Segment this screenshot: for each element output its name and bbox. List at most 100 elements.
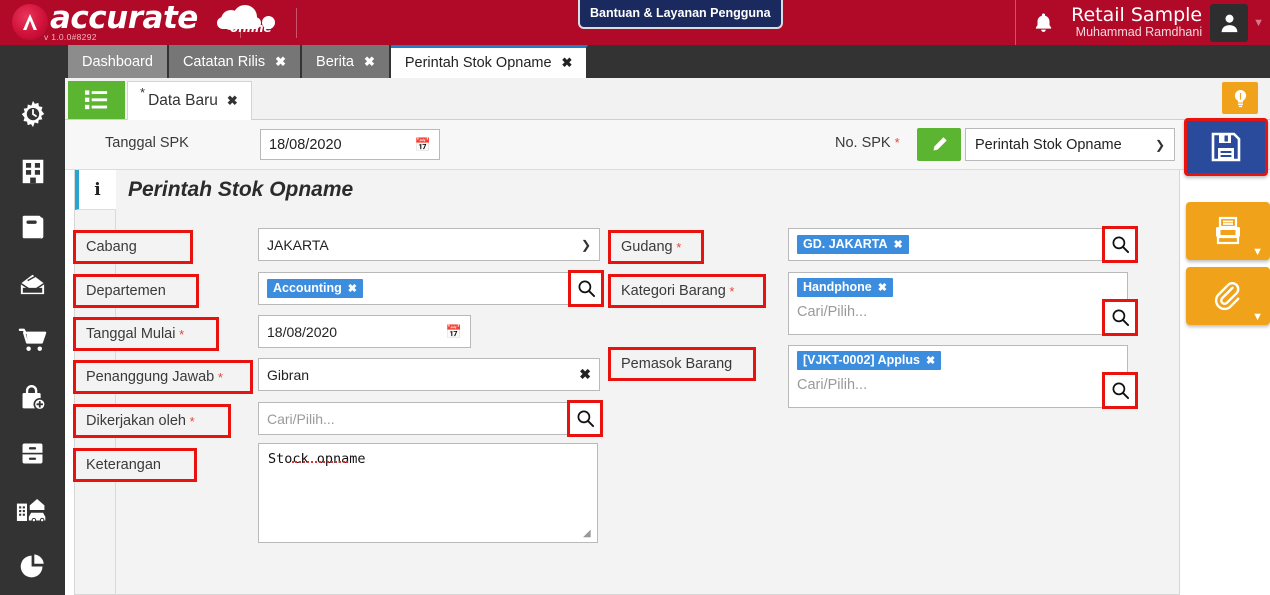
calendar-icon[interactable]: 📅 xyxy=(446,324,462,340)
dikerjakan-oleh-input[interactable]: Cari/Pilih... xyxy=(258,402,600,435)
departemen-search-button[interactable] xyxy=(568,270,604,307)
label-gudang: Gudang * xyxy=(608,230,704,264)
close-icon[interactable]: ✖ xyxy=(275,54,286,70)
no-spk-select-value: Perintah Stok Opname xyxy=(975,136,1122,153)
no-spk-label-text: No. SPK xyxy=(835,135,891,151)
chip-pemasok[interactable]: [VJKT-0002] Applus ✖ xyxy=(797,351,942,370)
dikerjakan-oleh-search-button[interactable] xyxy=(567,400,603,437)
chip-accounting[interactable]: Accounting ✖ xyxy=(267,279,363,298)
sub-tab-data-baru[interactable]: * Data Baru ✖ xyxy=(127,81,252,120)
label-keterangan: Keterangan xyxy=(73,448,197,482)
chip-label: Accounting xyxy=(273,281,342,295)
tab-label: Dashboard xyxy=(82,53,153,70)
building-icon xyxy=(22,159,43,184)
print-button[interactable]: ▼ xyxy=(1186,202,1270,260)
tanggal-spk-value: 18/08/2020 xyxy=(269,136,342,153)
pencil-icon xyxy=(933,137,947,151)
lightbulb-icon xyxy=(1234,89,1246,107)
brand-logo-block[interactable]: accurate online v 1.0.0#8292 xyxy=(0,0,272,45)
label-text: Dikerjakan oleh xyxy=(86,413,186,429)
pie-chart-icon xyxy=(20,554,44,578)
book-icon xyxy=(22,216,43,240)
sidebar-item-cabinet[interactable] xyxy=(0,425,65,482)
list-grid-button[interactable] xyxy=(68,81,125,119)
edit-no-spk-button[interactable] xyxy=(917,128,961,161)
chip-remove-icon[interactable]: ✖ xyxy=(926,354,935,367)
tanggal-mulai-input[interactable]: 18/08/2020 📅 xyxy=(258,315,471,348)
label-text: Gudang xyxy=(621,239,673,255)
clear-icon[interactable]: ✖ xyxy=(579,366,591,383)
notifications-button[interactable] xyxy=(1015,0,1071,45)
chip-handphone[interactable]: Handphone ✖ xyxy=(797,278,893,297)
keterangan-value: Stock opname xyxy=(268,451,366,467)
form-divider xyxy=(115,210,116,595)
sidebar-item-ledger[interactable] xyxy=(0,199,65,256)
pemasok-barang-search-button[interactable] xyxy=(1102,372,1138,409)
cabang-select[interactable]: JAKARTA ❯ xyxy=(258,228,600,261)
calendar-icon[interactable]: 📅 xyxy=(415,137,431,153)
tab-label: Catatan Rilis xyxy=(182,53,266,70)
penanggung-jawab-input[interactable]: Gibran ✖ xyxy=(258,358,600,391)
attach-button[interactable]: ▼ xyxy=(1186,267,1270,325)
tanggal-spk-input[interactable]: 18/08/2020 📅 xyxy=(260,129,440,160)
chevron-down-icon[interactable]: ▼ xyxy=(1252,311,1263,323)
close-icon[interactable]: ✖ xyxy=(562,55,573,71)
keterangan-textarea[interactable]: Stock opname xyxy=(258,443,598,543)
chip-label: Handphone xyxy=(803,280,872,294)
label-text: Pemasok Barang xyxy=(621,356,733,372)
chip-remove-icon[interactable]: ✖ xyxy=(348,282,357,295)
sidebar-item-settings[interactable] xyxy=(0,86,65,143)
sidebar-item-sales[interactable] xyxy=(0,256,65,313)
sidebar-item-assets[interactable] xyxy=(0,482,65,539)
magnifier-icon xyxy=(578,280,595,298)
tab-perintah-stok-opname[interactable]: Perintah Stok Opname ✖ xyxy=(390,45,589,78)
user-info[interactable]: Retail Sample Muhammad Ramdhani xyxy=(1071,5,1210,39)
chevron-down-icon[interactable]: ▼ xyxy=(1252,246,1263,258)
gear-wrench-icon xyxy=(21,101,44,128)
save-button[interactable] xyxy=(1184,118,1268,176)
tanggal-mulai-value: 18/08/2020 xyxy=(267,323,338,340)
user-name: Muhammad Ramdhani xyxy=(1075,24,1203,39)
left-sidebar xyxy=(0,78,65,595)
gudang-search-button[interactable] xyxy=(1102,226,1138,263)
sub-tab-label: Data Baru xyxy=(148,92,218,109)
bell-icon xyxy=(1036,13,1052,32)
label-text: Departemen xyxy=(86,283,166,299)
user-avatar-icon xyxy=(1221,14,1237,33)
sidebar-item-inventory-add[interactable] xyxy=(0,369,65,426)
departemen-input[interactable]: Accounting ✖ xyxy=(258,272,600,305)
sidebar-item-reports[interactable] xyxy=(0,539,65,595)
no-spk-select[interactable]: Perintah Stok Opname ❯ xyxy=(965,128,1175,161)
label-penanggung-jawab: Penanggung Jawab * xyxy=(73,360,253,394)
info-icon: i xyxy=(75,170,116,210)
app-version: v 1.0.0#8292 xyxy=(44,32,97,42)
chip-remove-icon[interactable]: ✖ xyxy=(878,281,887,294)
list-grid-icon xyxy=(84,90,108,110)
kategori-barang-search-button[interactable] xyxy=(1102,299,1138,336)
chip-remove-icon[interactable]: ✖ xyxy=(894,238,903,251)
tab-catatan-rilis[interactable]: Catatan Rilis ✖ xyxy=(168,45,303,78)
hint-button[interactable] xyxy=(1222,82,1258,114)
sub-tab-bar: * Data Baru ✖ xyxy=(65,78,1270,120)
chip-gd-jakarta[interactable]: GD. JAKARTA ✖ xyxy=(797,235,909,254)
kategori-barang-input[interactable]: Handphone ✖ Cari/Pilih... xyxy=(788,272,1128,335)
tab-dashboard[interactable]: Dashboard xyxy=(68,45,169,78)
pemasok-barang-placeholder: Cari/Pilih... xyxy=(797,377,868,393)
sidebar-item-company[interactable] xyxy=(0,143,65,200)
close-icon[interactable]: ✖ xyxy=(364,54,375,70)
avatar[interactable] xyxy=(1210,3,1249,42)
form-title: Perintah Stok Opname xyxy=(128,178,354,201)
tab-berita[interactable]: Berita ✖ xyxy=(302,45,391,78)
pemasok-barang-input[interactable]: [VJKT-0002] Applus ✖ Cari/Pilih... xyxy=(788,345,1128,408)
close-icon[interactable]: ✖ xyxy=(227,93,238,109)
user-menu-chevron-down-icon[interactable]: ▼ xyxy=(1248,17,1270,29)
form-card: i Perintah Stok Opname Cabang Departemen… xyxy=(73,170,1180,595)
label-pemasok-barang: Pemasok Barang xyxy=(608,347,756,381)
building-house-car-icon xyxy=(16,499,46,523)
gudang-input[interactable]: GD. JAKARTA ✖ xyxy=(788,228,1128,261)
magnifier-icon xyxy=(1112,236,1129,254)
label-text: Cabang xyxy=(86,239,137,255)
textarea-resize-grip[interactable]: ◢ xyxy=(583,528,591,539)
no-spk-label: No. SPK * xyxy=(835,135,900,151)
sidebar-item-purchase[interactable] xyxy=(0,312,65,369)
